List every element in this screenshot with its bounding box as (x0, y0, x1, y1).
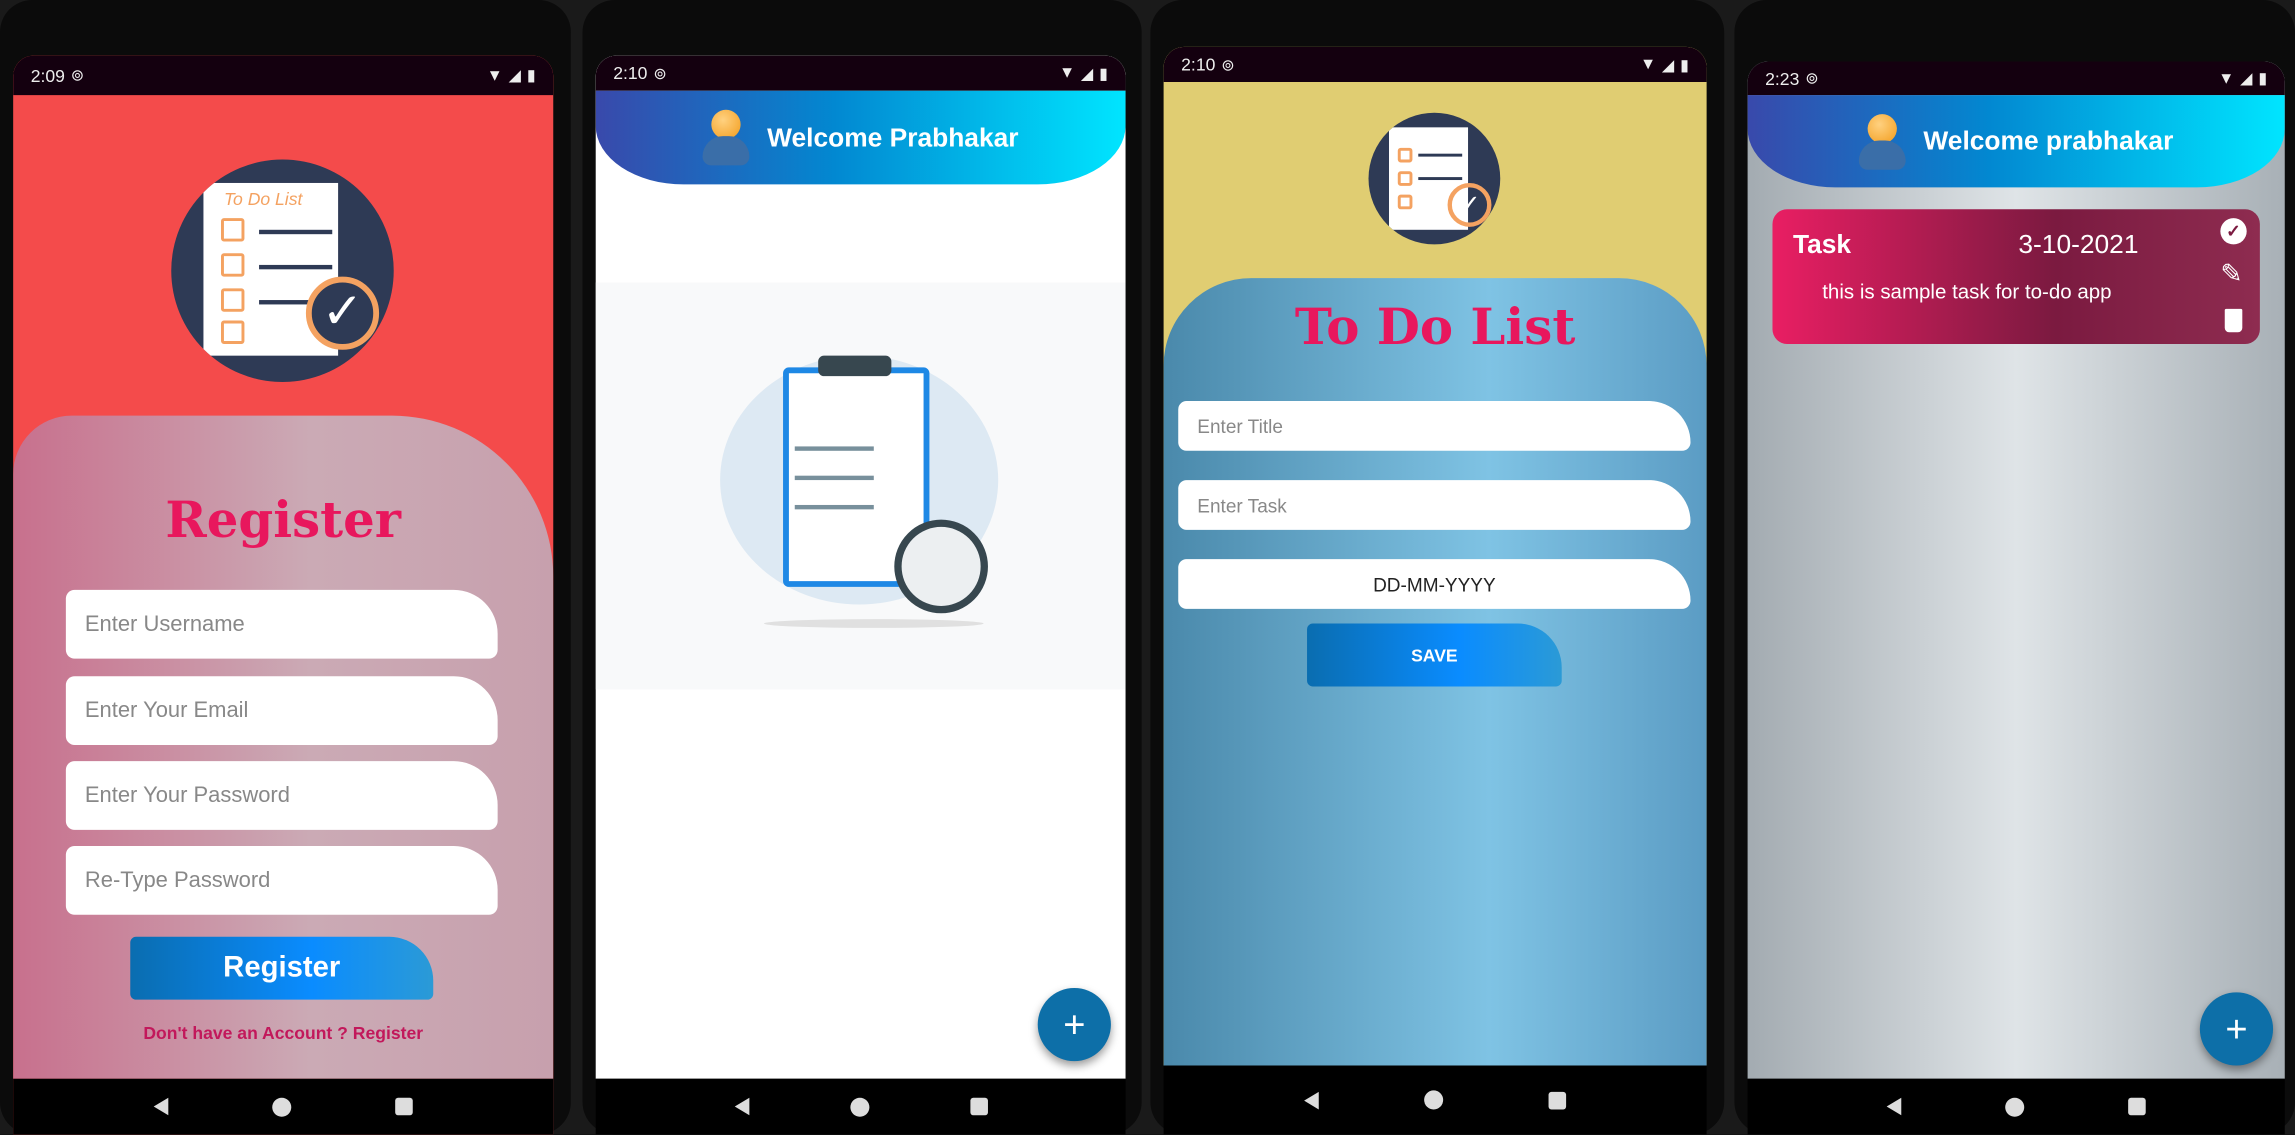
date-input[interactable]: DD-MM-YYYY (1178, 559, 1691, 609)
add-icon: + (1063, 1001, 1086, 1046)
logo-text: To Do List (223, 188, 303, 210)
signal-icon: ◢ (1080, 65, 1094, 83)
home-icon[interactable] (272, 1097, 292, 1117)
save-button[interactable]: SAVE (1307, 623, 1562, 687)
welcome-text: Welcome Prabhakar (767, 122, 1019, 152)
home-icon[interactable] (1424, 1090, 1444, 1110)
task-date: 3-10-2021 (2018, 229, 2139, 260)
recents-icon[interactable] (969, 1097, 988, 1116)
battery-icon: ▮ (2258, 70, 2268, 88)
battery-icon: ▮ (1099, 65, 1108, 83)
status-time: 2:10 (613, 62, 648, 84)
delete-icon[interactable] (2224, 308, 2243, 333)
sync-icon: ⊚ (70, 67, 85, 85)
check-circle-icon[interactable]: ✓ (2220, 218, 2247, 245)
recents-icon[interactable] (395, 1097, 414, 1116)
task-title: Task (1792, 229, 1852, 260)
home-icon[interactable] (849, 1097, 869, 1117)
status-time: 2:23 (1765, 68, 1800, 89)
welcome-header: Welcome prabhakar (1747, 95, 2285, 188)
back-icon[interactable] (153, 1097, 168, 1116)
empty-state-illustration (595, 282, 1126, 690)
edit-icon[interactable]: ✎ (2220, 259, 2242, 290)
todo-logo: To Do List ✓ (171, 159, 394, 383)
todo-logo: ✓ (1368, 112, 1501, 245)
sync-icon: ⊚ (1805, 70, 1819, 88)
avatar-icon (702, 109, 750, 166)
back-icon[interactable] (1304, 1091, 1319, 1109)
status-time: 2:10 (1181, 54, 1216, 75)
battery-icon: ▮ (1680, 56, 1690, 74)
register-button[interactable]: Register (130, 936, 434, 1000)
wifi-icon: ▼ (1059, 64, 1076, 82)
welcome-text: Welcome prabhakar (1923, 125, 2174, 156)
status-bar: 2:10 ⊚ ▼ ◢ ▮ (1163, 46, 1707, 82)
wifi-icon: ▼ (486, 66, 503, 85)
nav-bar (13, 1078, 554, 1135)
status-time: 2:09 (30, 65, 65, 86)
back-icon[interactable] (734, 1097, 749, 1116)
task-description: this is sample task for to-do app (1822, 279, 2112, 303)
add-icon: + (2225, 1006, 2248, 1051)
back-icon[interactable] (1887, 1097, 1902, 1116)
task-card[interactable]: Task 3-10-2021 this is sample task for t… (1772, 209, 2260, 344)
register-title: Register (165, 491, 402, 551)
form-title: To Do List (1294, 298, 1576, 358)
status-bar: 2:23 ⊚ ▼ ◢ ▮ (1747, 61, 2285, 96)
wifi-icon: ▼ (2218, 69, 2235, 88)
add-task-fab[interactable]: + (1037, 987, 1111, 1062)
password-input[interactable]: Enter Your Password (65, 761, 498, 830)
task-input[interactable]: Enter Task (1178, 480, 1691, 530)
nav-bar (1747, 1078, 2285, 1135)
nav-bar (1163, 1065, 1707, 1135)
retype-password-input[interactable]: Re-Type Password (65, 845, 498, 915)
email-input[interactable]: Enter Your Email (65, 676, 498, 745)
status-bar: 2:10 ⊚ ▼ ◢ ▮ (595, 55, 1126, 91)
phone-add-task: 2:10 ⊚ ▼ ◢ ▮ ✓ To Do List Enter Title Ente… (1150, 0, 1725, 1135)
signal-icon: ◢ (508, 67, 521, 85)
phone-home-empty: 2:10 ⊚ ▼ ◢ ▮ Welcome Prabhakar + (582, 0, 1142, 1135)
wifi-icon: ▼ (1640, 55, 1657, 74)
battery-icon: ▮ (526, 67, 536, 85)
recents-icon[interactable] (1548, 1091, 1567, 1109)
phone-task-list: 2:23 ⊚ ▼ ◢ ▮ Welcome prabhakar Task 3-10-2… (1734, 0, 2295, 1135)
avatar-icon (1859, 113, 1906, 170)
signal-icon: ◢ (1661, 56, 1675, 74)
title-input[interactable]: Enter Title (1178, 401, 1691, 451)
sync-icon: ⊚ (1221, 56, 1235, 74)
status-bar: 2:09 ⊚ ▼ ◢ ▮ (13, 55, 554, 96)
nav-bar (595, 1078, 1126, 1135)
home-icon[interactable] (2005, 1097, 2025, 1117)
phone-register: 2:09 ⊚ ▼ ◢ ▮ To Do List ✓ Register Enter U… (0, 0, 571, 1135)
welcome-header: Welcome Prabhakar (595, 90, 1126, 185)
signal-icon: ◢ (2240, 70, 2253, 88)
recents-icon[interactable] (2127, 1097, 2146, 1116)
username-input[interactable]: Enter Username (65, 589, 498, 659)
add-task-fab[interactable]: + (2199, 992, 2274, 1066)
register-link[interactable]: Don't have an Account ? Register (13, 1023, 553, 1043)
sync-icon: ⊚ (653, 65, 667, 83)
